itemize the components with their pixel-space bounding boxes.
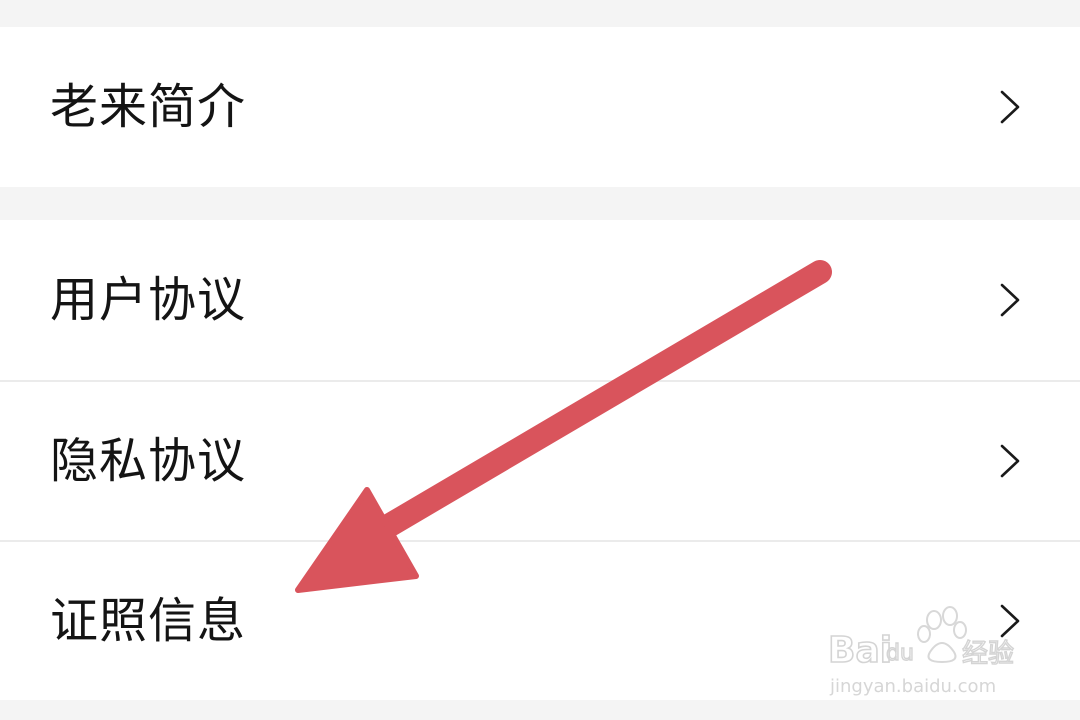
- menu-item-label: 用户协议: [50, 272, 247, 328]
- menu-item-label: 老来简介: [50, 79, 247, 135]
- chevron-right-icon: [998, 443, 1022, 479]
- menu-item-intro[interactable]: 老来简介: [0, 27, 1080, 187]
- menu-item-license-info[interactable]: 证照信息: [0, 540, 1080, 700]
- menu-item-user-agreement[interactable]: 用户协议: [0, 220, 1080, 380]
- menu-item-privacy-agreement[interactable]: 隐私协议: [0, 380, 1080, 540]
- menu-item-label: 隐私协议: [50, 433, 247, 489]
- menu-group-about: 老来简介: [0, 27, 1080, 187]
- chevron-right-icon: [998, 603, 1022, 639]
- chevron-right-icon: [998, 89, 1022, 125]
- chevron-right-icon: [998, 282, 1022, 318]
- menu-item-label: 证照信息: [50, 593, 247, 649]
- menu-group-legal: 用户协议 隐私协议 证照信息: [0, 220, 1080, 700]
